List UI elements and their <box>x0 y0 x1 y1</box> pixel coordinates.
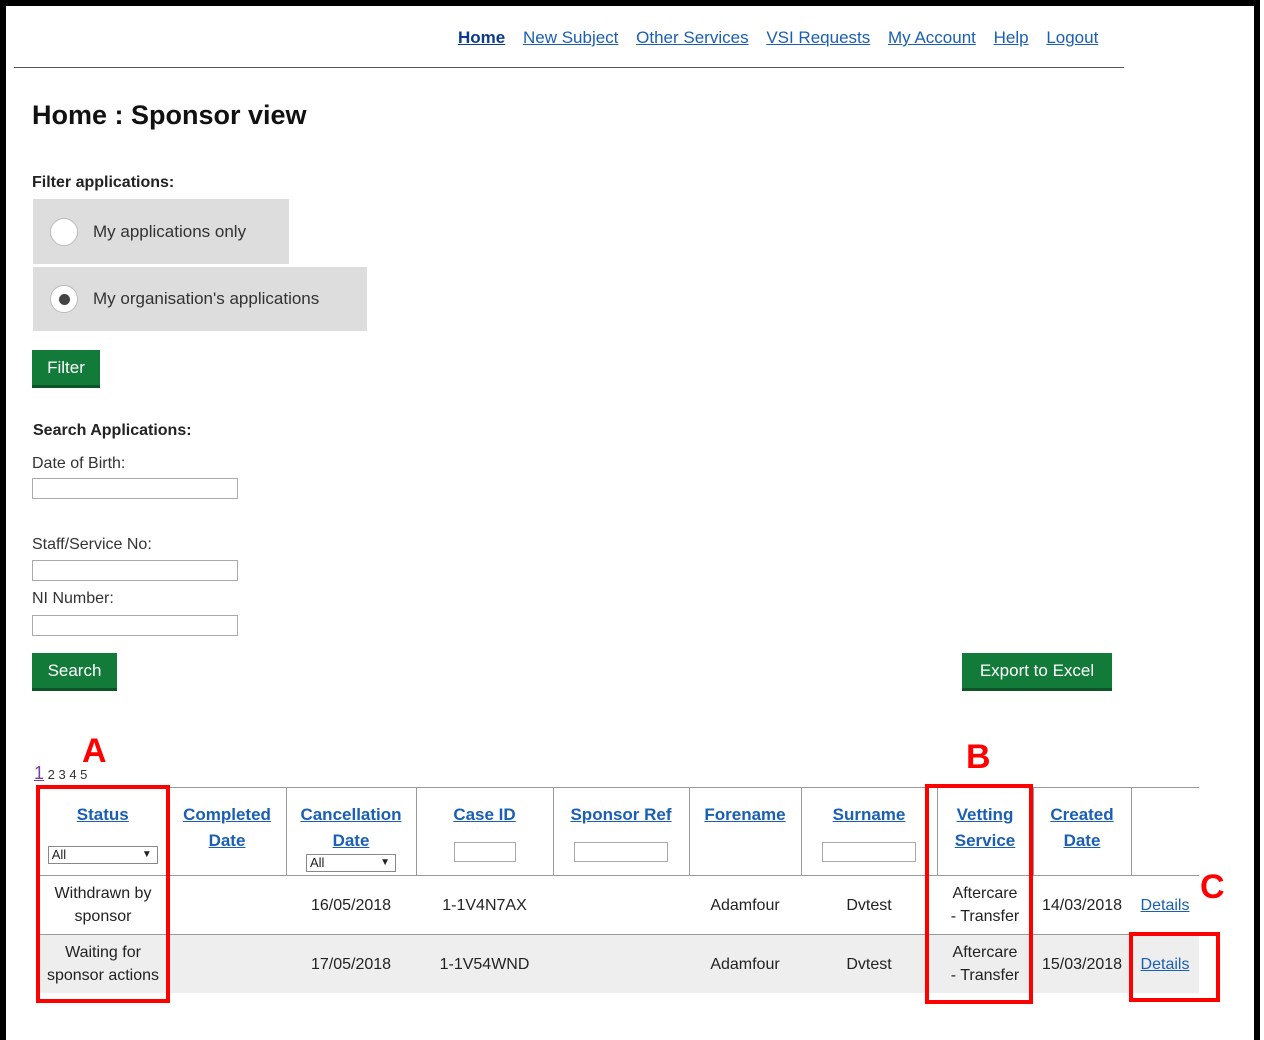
radio-button-checked[interactable] <box>50 285 78 313</box>
col-case-id: Case ID <box>415 787 553 876</box>
col-forename: Forename <box>688 787 801 876</box>
sponsorref-filter-input[interactable] <box>574 842 668 862</box>
cell-caseid: 1-1V4N7AX <box>416 875 553 935</box>
ni-number-input[interactable] <box>32 615 238 636</box>
page-current[interactable]: 1 <box>34 763 44 783</box>
export-excel-button[interactable]: Export to Excel <box>962 653 1112 691</box>
radio-button-unchecked[interactable] <box>50 217 78 246</box>
cell-forename: Adamfour <box>689 875 801 935</box>
search-button[interactable]: Search <box>32 653 117 691</box>
nav-home-link[interactable]: Home <box>458 28 505 47</box>
cell-forename: Adamfour <box>689 934 801 993</box>
sort-cancellation-link[interactable]: Cancellation Date <box>287 802 416 854</box>
annotation-letter-b: B <box>966 738 991 776</box>
col-completed-date: Completed Date <box>167 787 286 876</box>
col-surname: Surname <box>800 787 937 876</box>
cell-sponsorref <box>553 934 689 993</box>
col-actions <box>1130 787 1199 876</box>
col-cancellation-date: Cancellation Date All ▼ <box>285 787 416 876</box>
nav-new-subject-link[interactable]: New Subject <box>523 28 618 47</box>
pagination: 1 2 3 4 5 <box>34 763 87 784</box>
cell-caseid: 1-1V54WND <box>416 934 553 993</box>
radio-organisation-applications[interactable]: My organisation's applications <box>33 267 367 331</box>
annotation-letter-a: A <box>82 732 107 770</box>
cell-surname: Dvtest <box>801 875 937 935</box>
radio-label-mine: My applications only <box>93 221 247 241</box>
cell-completed <box>168 934 286 993</box>
nav-divider <box>14 67 1124 68</box>
sort-created-link[interactable]: Created Date <box>1034 802 1131 854</box>
radio-my-applications[interactable]: My applications only <box>33 199 289 264</box>
nav-vsi-requests-link[interactable]: VSI Requests <box>766 28 870 47</box>
nav-my-account-link[interactable]: My Account <box>888 28 976 47</box>
nav-help-link[interactable]: Help <box>994 28 1029 47</box>
annotation-box-a <box>36 785 170 1003</box>
radio-label-org: My organisation's applications <box>93 289 320 308</box>
col-created-date: Created Date <box>1032 787 1131 876</box>
staff-no-input[interactable] <box>32 560 238 581</box>
sort-caseid-link[interactable]: Case ID <box>417 802 553 828</box>
page-title: Home : Sponsor view <box>32 100 307 130</box>
cell-created: 14/03/2018 <box>1033 875 1131 935</box>
sort-sponsorref-link[interactable]: Sponsor Ref <box>554 802 689 828</box>
nav-logout-link[interactable]: Logout <box>1046 28 1098 47</box>
cell-sponsorref <box>553 875 689 935</box>
sort-completed-link[interactable]: Completed Date <box>169 802 286 854</box>
staff-no-label: Staff/Service No: <box>32 536 152 553</box>
annotation-box-b <box>925 784 1033 1004</box>
details-link[interactable]: Details <box>1141 897 1190 914</box>
col-sponsor-ref: Sponsor Ref <box>552 787 689 876</box>
filter-button[interactable]: Filter <box>32 350 100 388</box>
cell-cancellation: 16/05/2018 <box>286 875 416 935</box>
top-navigation: Home New Subject Other Services VSI Requ… <box>458 28 1111 48</box>
filter-label: Filter applications: <box>32 174 175 191</box>
dob-input[interactable] <box>32 478 238 499</box>
sort-forename-link[interactable]: Forename <box>690 802 801 828</box>
cell-created: 15/03/2018 <box>1033 934 1131 993</box>
annotation-letter-c: C <box>1200 868 1225 906</box>
surname-filter-input[interactable] <box>822 842 916 862</box>
cell-cancellation: 17/05/2018 <box>286 934 416 993</box>
cell-details: Details <box>1131 875 1199 935</box>
search-label: Search Applications: <box>33 422 192 439</box>
cell-surname: Dvtest <box>801 934 937 993</box>
annotation-box-c <box>1129 932 1220 1002</box>
nav-other-services-link[interactable]: Other Services <box>636 28 748 47</box>
caseid-filter-input[interactable] <box>453 842 516 862</box>
dob-label: Date of Birth: <box>32 455 126 472</box>
cell-completed <box>168 875 286 935</box>
cancellation-filter-select[interactable]: All ▼ <box>306 854 396 872</box>
sort-surname-link[interactable]: Surname <box>802 802 937 828</box>
ni-number-label: NI Number: <box>32 590 114 607</box>
